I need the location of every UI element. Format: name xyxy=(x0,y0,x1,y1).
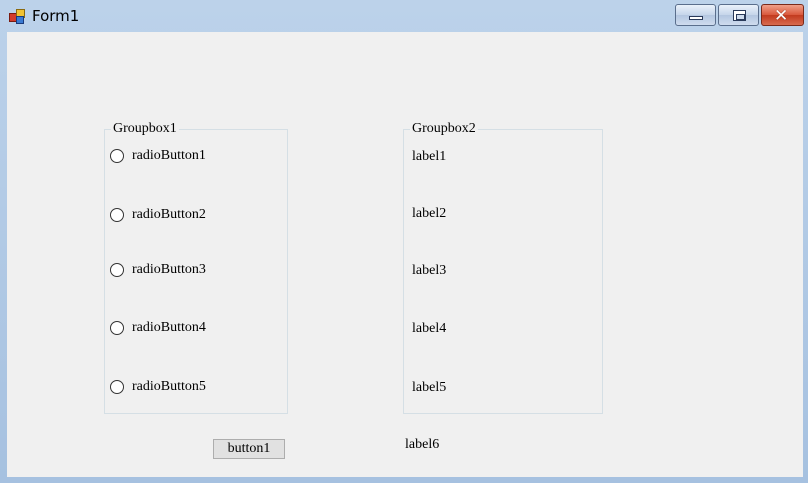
maximize-icon xyxy=(733,10,746,21)
radio-label: radioButton2 xyxy=(132,207,206,222)
form-client-area: Groupbox1 radioButton1 radioButton2 radi… xyxy=(7,32,803,477)
minimize-icon xyxy=(689,16,703,20)
radio-label: radioButton1 xyxy=(132,148,206,163)
groupbox2-caption: Groupbox2 xyxy=(410,121,478,137)
groupbox1: Groupbox1 radioButton1 radioButton2 radi… xyxy=(104,121,288,414)
title-bar[interactable]: Form1 ✕ xyxy=(0,0,808,32)
label4: label4 xyxy=(412,321,447,336)
label3: label3 xyxy=(412,263,447,278)
app-icon xyxy=(9,9,25,24)
radio-circle[interactable] xyxy=(110,321,124,335)
radio-circle[interactable] xyxy=(110,263,124,277)
groupbox1-caption: Groupbox1 xyxy=(111,121,179,137)
window-title: Form1 xyxy=(32,7,80,25)
button1[interactable]: button1 xyxy=(213,439,285,459)
label2: label2 xyxy=(412,206,447,221)
label1: label1 xyxy=(412,149,447,164)
close-icon: ✕ xyxy=(774,6,789,26)
radio-circle[interactable] xyxy=(110,380,124,394)
minimize-button[interactable] xyxy=(675,4,716,26)
groupbox2: Groupbox2 label1 label2 label3 label4 la… xyxy=(403,121,603,414)
label5: label5 xyxy=(412,380,447,395)
radio-label: radioButton5 xyxy=(132,379,206,394)
close-button[interactable]: ✕ xyxy=(761,4,804,26)
maximize-button[interactable] xyxy=(718,4,759,26)
form-window: Form1 ✕ Groupbox1 radioButton1 radioButt… xyxy=(0,0,808,483)
radio-label: radioButton4 xyxy=(132,320,206,335)
label6: label6 xyxy=(405,437,440,452)
radio-circle[interactable] xyxy=(110,149,124,163)
radio-label: radioButton3 xyxy=(132,262,206,277)
radio-circle[interactable] xyxy=(110,208,124,222)
